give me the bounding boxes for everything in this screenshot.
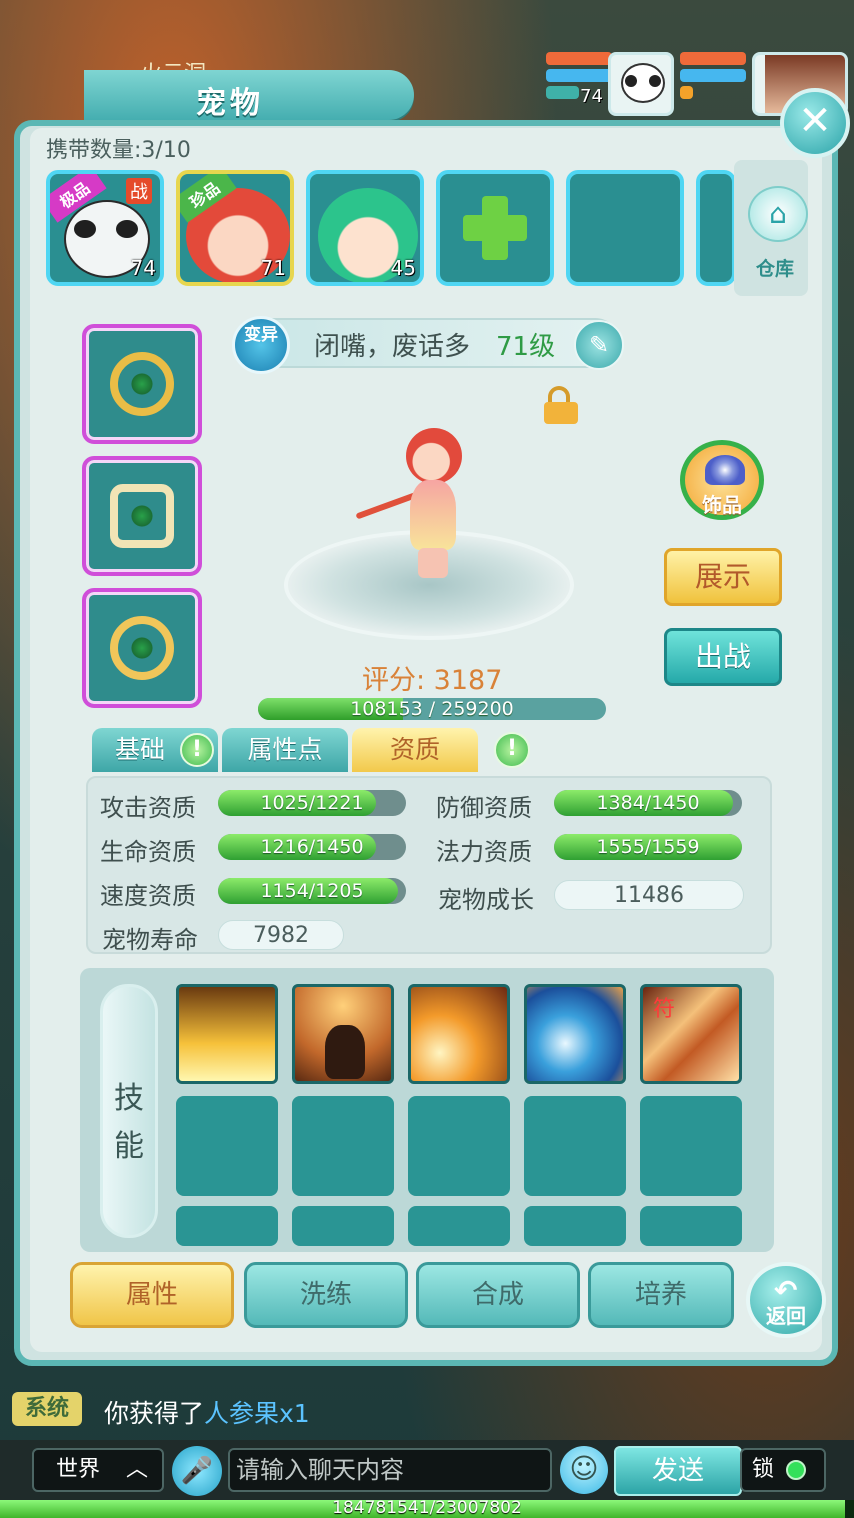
meteor-skill-icon[interactable] xyxy=(408,984,510,1084)
emoji-icon[interactable]: ☺ xyxy=(560,1446,608,1494)
empty-pet-slot[interactable] xyxy=(696,170,736,286)
pet-level: 45 xyxy=(390,256,416,280)
tab-train[interactable]: 培养 xyxy=(588,1262,734,1328)
lock-indicator xyxy=(786,1460,806,1480)
ring-icon xyxy=(110,352,174,416)
show-button[interactable]: 展示 xyxy=(664,548,782,606)
empty-skill-slot xyxy=(292,1206,394,1246)
speed-aptitude-bar: 1154/1205 xyxy=(218,878,406,904)
warehouse-label[interactable]: 仓库 xyxy=(756,254,794,281)
shadow-cat-skill-icon[interactable] xyxy=(292,984,394,1084)
growth-value: 11486 xyxy=(554,880,744,910)
empty-skill-slot xyxy=(640,1096,742,1196)
pet-level: 71 xyxy=(260,256,286,280)
pet-model[interactable] xyxy=(388,428,478,578)
empty-skill-slot xyxy=(408,1096,510,1196)
lightning-skill-icon[interactable] xyxy=(176,984,278,1084)
home-icon[interactable]: ⌂ xyxy=(748,186,808,242)
pet-level: 74 xyxy=(130,256,156,280)
hud-player-bars xyxy=(680,52,746,116)
back-arrow-icon: ↶ xyxy=(774,1274,798,1307)
accessory-button[interactable]: 饰品 xyxy=(680,440,764,520)
pet-name: 闭嘴，废话多 xyxy=(314,332,471,362)
empty-skill-slot xyxy=(292,1096,394,1196)
tab-refine[interactable]: 洗练 xyxy=(244,1262,408,1328)
empty-skill-slot xyxy=(524,1096,626,1196)
channel-selector[interactable]: 世界 ︿ xyxy=(32,1448,164,1492)
hp-aptitude-bar: 1216/1450 xyxy=(218,834,406,860)
wave-skill-icon[interactable] xyxy=(524,984,626,1084)
empty-skill-slot xyxy=(640,1206,742,1246)
pet-xp-bar: 108153 / 259200 xyxy=(258,698,606,720)
tab-attribute-points[interactable]: 属性点 xyxy=(222,728,348,772)
rename-brush-icon[interactable]: ✎ xyxy=(574,320,624,370)
empty-skill-slot xyxy=(408,1206,510,1246)
empty-skill-slot xyxy=(176,1096,278,1196)
equip-slot-ring[interactable] xyxy=(82,324,202,444)
microphone-icon[interactable]: 🎤 xyxy=(172,1446,222,1496)
tab-fusion[interactable]: 合成 xyxy=(416,1262,580,1328)
add-pet-slot[interactable] xyxy=(436,170,554,286)
attack-aptitude-label: 攻击资质 xyxy=(100,794,196,822)
talisman-mark: 符 xyxy=(653,997,676,1022)
hp-aptitude-label: 生命资质 xyxy=(100,838,196,866)
equip-slot-amulet[interactable] xyxy=(82,588,202,708)
mana-aptitude-label: 法力资质 xyxy=(436,838,532,866)
amulet-icon xyxy=(110,616,174,680)
battle-button[interactable]: 出战 xyxy=(664,628,782,686)
equip-slot-armor[interactable] xyxy=(82,456,202,576)
carry-count: 携带数量:3/10 xyxy=(46,138,191,163)
defense-aptitude-label: 防御资质 xyxy=(436,794,532,822)
armor-icon xyxy=(110,484,174,548)
alert-icon[interactable]: ! xyxy=(494,732,530,768)
pet-slot-3[interactable]: 45 xyxy=(306,170,424,286)
unlock-icon[interactable] xyxy=(544,386,578,424)
alert-icon: ! xyxy=(180,733,214,767)
mana-aptitude-bar: 1555/1559 xyxy=(554,834,742,860)
mutation-badge: 变异 xyxy=(232,316,290,374)
feather-icon xyxy=(705,455,745,485)
chat-item-link[interactable]: 人参果x1 xyxy=(204,1399,310,1428)
attack-aptitude-bar: 1025/1221 xyxy=(218,790,406,816)
empty-pet-slot[interactable] xyxy=(566,170,684,286)
chevron-up-icon: ︿ xyxy=(125,1457,148,1482)
lifespan-value: 7982 xyxy=(218,920,344,950)
empty-skill-slot xyxy=(524,1206,626,1246)
empty-skill-slot xyxy=(176,1206,278,1246)
battle-badge: 战 xyxy=(126,178,152,204)
system-badge: 系统 xyxy=(12,1392,82,1426)
send-button[interactable]: 发送 xyxy=(614,1446,742,1496)
pet-slot-2[interactable]: 珍品 71 xyxy=(176,170,294,286)
speed-aptitude-label: 速度资质 xyxy=(100,882,196,910)
sand-talisman-skill-icon[interactable]: 符 xyxy=(640,984,742,1084)
tab-attributes[interactable]: 属性 xyxy=(70,1262,234,1328)
panel-title: 宠物 xyxy=(196,86,264,121)
player-xp-bar: 184781541/23007802 xyxy=(0,1498,854,1518)
accessory-label: 饰品 xyxy=(702,493,742,517)
skills-label: 技能 xyxy=(100,984,158,1238)
growth-label: 宠物成长 xyxy=(438,886,534,914)
pet-xp-text: 108153 / 259200 xyxy=(350,698,514,720)
chat-input[interactable]: 请输入聊天内容 xyxy=(228,1448,552,1492)
lock-toggle[interactable]: 锁 xyxy=(740,1448,826,1492)
defense-aptitude-bar: 1384/1450 xyxy=(554,790,742,816)
back-button[interactable]: ↶ 返回 xyxy=(746,1262,826,1338)
hud-pet-portrait[interactable] xyxy=(608,52,674,116)
tab-aptitude[interactable]: 资质 xyxy=(352,728,478,772)
player-xp-text: 184781541/23007802 xyxy=(332,1498,522,1518)
close-button[interactable]: ✕ xyxy=(780,88,850,158)
hud-pet-level: 74 xyxy=(580,86,603,107)
pet-level-label: 71级 xyxy=(496,332,556,362)
lifespan-label: 宠物寿命 xyxy=(102,926,198,954)
pet-slot-1[interactable]: 极品 战 74 xyxy=(46,170,164,286)
pet-score: 评分: 3187 xyxy=(362,665,503,696)
chat-message: 你获得了人参果x1 xyxy=(104,1399,310,1428)
